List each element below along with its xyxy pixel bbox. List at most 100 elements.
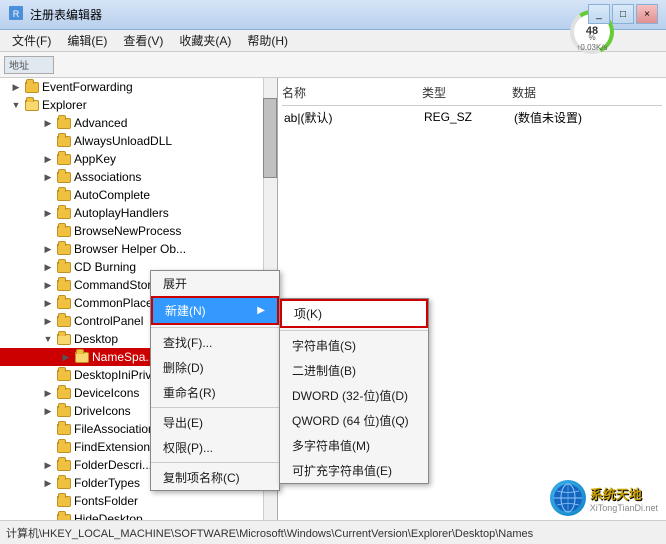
tree-item-autoplayhandlers[interactable]: ▶ AutoplayHandlers [0,204,277,222]
folder-icon [56,224,72,238]
folder-icon [56,440,72,454]
scrollbar-thumb[interactable] [263,98,277,178]
tree-item-fontsfolder[interactable]: ▶ FontsFolder [0,492,277,510]
folder-icon [24,98,40,112]
expand-icon: ▶ [40,385,56,401]
watermark-text-container: 系统天地 XiTongTianDi.net [590,484,658,513]
tree-item-hidedesktop[interactable]: ▶ HideDesktop... [0,510,277,520]
folder-icon [56,116,72,130]
folder-icon [56,152,72,166]
folder-icon [56,494,72,508]
address-bar[interactable]: 地址 [4,56,54,74]
folder-icon [56,458,72,472]
maximize-button[interactable]: □ [612,4,634,24]
minimize-button[interactable]: _ [588,4,610,24]
tree-label: Explorer [42,98,87,112]
tree-label: AppKey [74,152,116,166]
folder-icon [56,296,72,310]
expand-icon: ▶ [40,115,56,131]
menu-help[interactable]: 帮助(H) [239,30,296,51]
folder-icon [56,260,72,274]
status-bar: 计算机\HKEY_LOCAL_MACHINE\SOFTWARE\Microsof… [0,520,666,544]
menu-favorites[interactable]: 收藏夹(A) [171,30,239,51]
tree-item-browserhelperob[interactable]: ▶ Browser Helper Ob... [0,240,277,258]
tree-item-advanced[interactable]: ▶ Advanced [0,114,277,132]
expand-icon: ▶ [40,403,56,419]
tree-item-associations[interactable]: ▶ Associations [0,168,277,186]
sub-ctx-expandstring[interactable]: 可扩充字符串值(E) [280,458,428,483]
tree-label: BrowseNewProcess [74,224,181,238]
expand-icon: ▶ [8,79,24,95]
tree-label: DesktopIniPriv... [74,368,160,382]
ctx-separator-1 [151,327,279,328]
col-header-type: 类型 [422,84,512,101]
status-path: 计算机\HKEY_LOCAL_MACHINE\SOFTWARE\Microsof… [6,525,533,541]
menu-edit[interactable]: 编辑(E) [59,30,115,51]
tree-label: Browser Helper Ob... [74,242,186,256]
expand-icon: ▶ [40,259,56,275]
expand-icon: ▶ [40,241,56,257]
folder-icon [56,206,72,220]
title-bar: R 注册表编辑器 48 % ↑0.03K/s _ □ × [0,0,666,30]
tree-item-explorer[interactable]: ▼ Explorer [0,96,277,114]
tree-label: Advanced [74,116,127,130]
sub-ctx-qword[interactable]: QWORD (64 位)值(Q) [280,408,428,433]
expand-icon: ▶ [58,349,74,365]
watermark: 系统天地 XiTongTianDi.net [550,480,658,516]
tree-item-alwaysunloaddll[interactable]: ▶ AlwaysUnloadDLL [0,132,277,150]
expand-icon: ▼ [40,331,56,347]
ctx-export[interactable]: 导出(E) [151,410,279,435]
col-header-name: 名称 [282,84,422,101]
registry-row[interactable]: ab|(默认) REG_SZ (数值未设置) [282,108,662,126]
expand-icon: ▶ [40,277,56,293]
svg-text:R: R [13,9,20,19]
col-header-value: 数据 [512,84,662,101]
tree-label: HideDesktop... [74,512,153,520]
close-button[interactable]: × [636,4,658,24]
sub-separator [280,330,428,331]
tree-label: CommonPlaces [74,296,159,310]
folder-icon [56,332,72,346]
ctx-rename[interactable]: 重命名(R) [151,380,279,405]
tree-label: DriveIcons [74,404,131,418]
sub-ctx-binary[interactable]: 二进制值(B) [280,358,428,383]
watermark-globe [550,480,586,516]
tree-label: CommandStore [74,278,158,292]
tree-item-eventforwarding[interactable]: ▶ EventForwarding [0,78,277,96]
menu-file[interactable]: 文件(F) [4,30,59,51]
folder-icon [24,80,40,94]
folder-icon [56,278,72,292]
folder-icon [56,476,72,490]
window: R 注册表编辑器 48 % ↑0.03K/s _ □ × 文件(F) 编辑(E)… [0,0,666,544]
sub-ctx-multistring[interactable]: 多字符串值(M) [280,433,428,458]
tree-item-autocomplete[interactable]: ▶ AutoComplete [0,186,277,204]
sub-ctx-key[interactable]: 项(K) [280,299,428,328]
tree-label: CD Burning [74,260,136,274]
cell-value: (数值未设置) [514,109,660,126]
window-controls: _ □ × [588,4,658,24]
ctx-new[interactable]: 新建(N) ▶ [151,296,279,325]
tree-item-browsenewprocess[interactable]: ▶ BrowseNewProcess [0,222,277,240]
ctx-separator-3 [151,462,279,463]
expand-icon: ▶ [40,475,56,491]
folder-icon [56,134,72,148]
title-bar-icon: R [8,5,24,24]
tree-label: EventForwarding [42,80,133,94]
expand-icon: ▶ [40,457,56,473]
ctx-copyname[interactable]: 复制项名称(C) [151,465,279,490]
menu-view[interactable]: 查看(V) [115,30,171,51]
ctx-find[interactable]: 查找(F)... [151,330,279,355]
ctx-separator-2 [151,407,279,408]
folder-icon [56,188,72,202]
folder-icon [56,314,72,328]
tree-label: ControlPanel [74,314,143,328]
folder-icon [56,368,72,382]
ctx-expand[interactable]: 展开 [151,271,279,296]
tree-item-appkey[interactable]: ▶ AppKey [0,150,277,168]
sub-ctx-dword[interactable]: DWORD (32-位)值(D) [280,383,428,408]
cell-type: REG_SZ [424,110,514,124]
ctx-permissions[interactable]: 权限(P)... [151,435,279,460]
sub-ctx-string[interactable]: 字符串值(S) [280,333,428,358]
ctx-delete[interactable]: 删除(D) [151,355,279,380]
tree-label: FontsFolder [74,494,138,508]
